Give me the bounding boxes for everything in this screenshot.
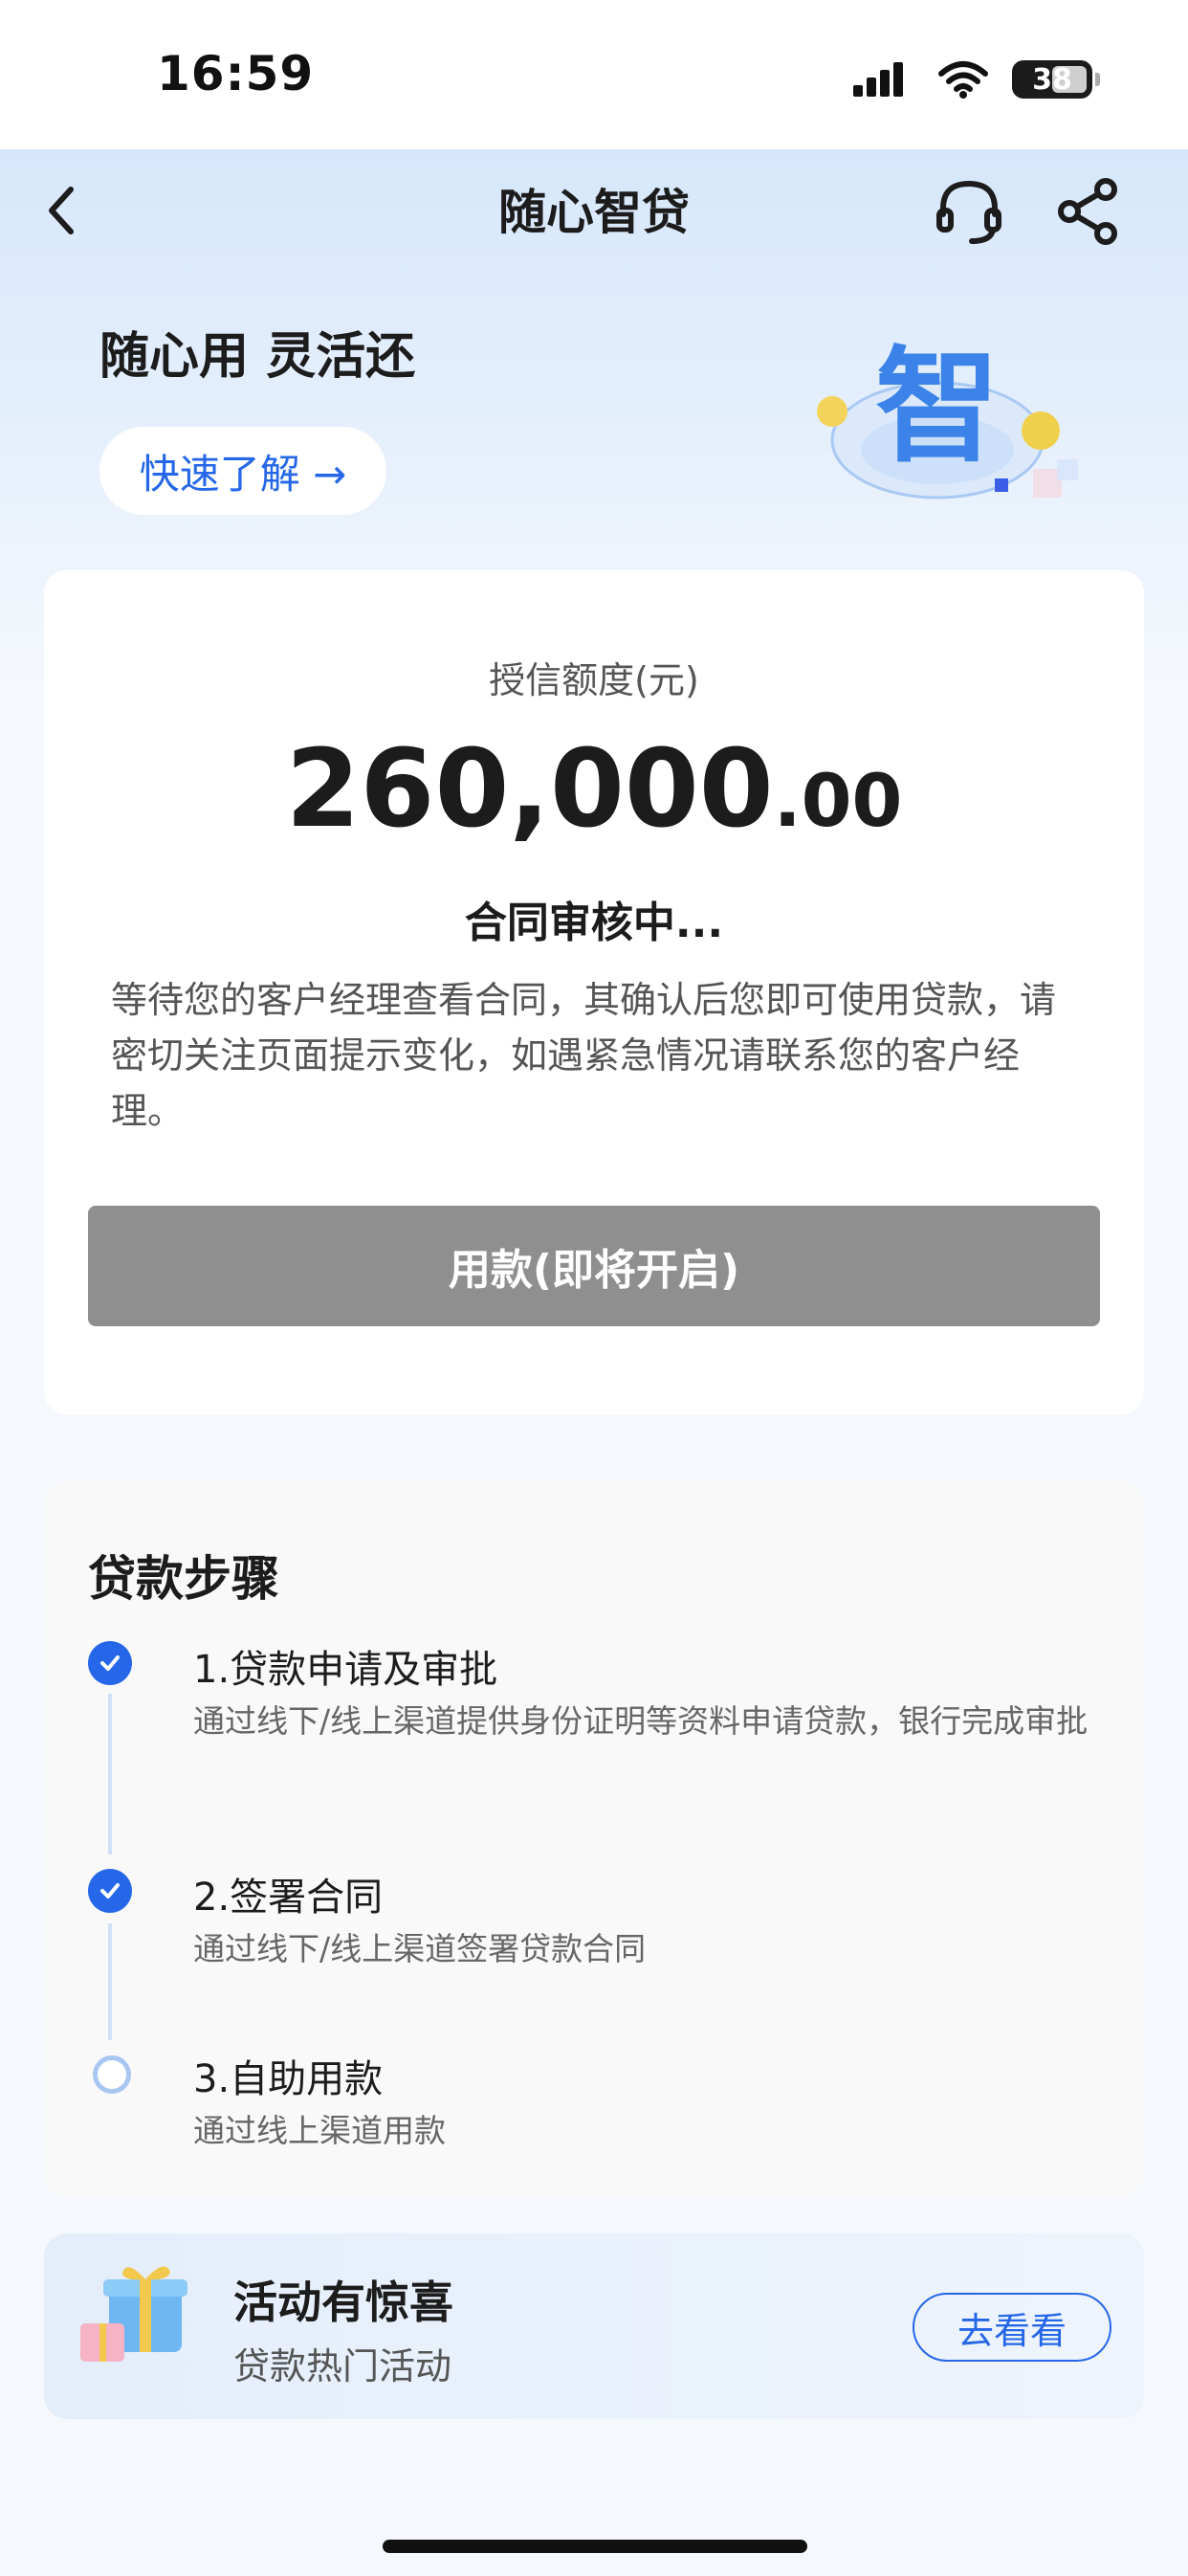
step-description: 通过线下/线上渠道签署贷款合同 (193, 1930, 647, 1967)
battery-level: 38 (1032, 62, 1072, 97)
page-title: 随心智贷 (498, 185, 690, 240)
promo-go-button[interactable]: 去看看 (913, 2293, 1111, 2362)
step-pending-icon (93, 2055, 131, 2094)
gift-icon (80, 2266, 187, 2362)
hero-slogan: 随心用 灵活还 (99, 328, 416, 386)
status-icons: 38 (853, 57, 1100, 101)
step-done-icon (88, 1869, 132, 1913)
step-description: 通过线上渠道用款 (193, 2112, 446, 2149)
credit-limit-label: 授信额度(元) (489, 659, 699, 701)
credit-limit-amount: 260,000.00 (0, 727, 1188, 852)
amount-decimal: .00 (773, 758, 903, 843)
share-icon[interactable] (1056, 178, 1121, 245)
home-indicator[interactable] (383, 2540, 807, 2553)
check-icon (100, 1883, 120, 1899)
wifi-icon (938, 61, 988, 99)
step-done-icon (88, 1641, 132, 1685)
step-description: 通过线下/线上渠道提供身份证明等资料申请贷款，银行完成审批 (193, 1702, 1089, 1740)
battery-icon: 38 (1012, 60, 1100, 99)
amount-integer: 260,000 (285, 727, 774, 852)
step-title: 2.签署合同 (193, 1876, 384, 1920)
zhi-illustration: 智 (817, 334, 1078, 500)
promo-subtitle: 贷款热门活动 (233, 2345, 452, 2387)
contract-status-description: 等待您的客户经理查看合同，其确认后您即可使用贷款，请密切关注页面提示变化，如遇紧… (111, 979, 1057, 1132)
step-title: 1.贷款申请及审批 (193, 1648, 498, 1692)
signal-icon (853, 62, 903, 97)
promo-title: 活动有惊喜 (233, 2276, 453, 2328)
headset-icon[interactable] (934, 176, 1004, 247)
step-connector (108, 1694, 112, 1854)
status-bar: 16:59 38 (0, 0, 1188, 149)
loan-steps-title: 贷款步骤 (88, 1551, 279, 1607)
contract-status-title: 合同审核中... (464, 899, 724, 947)
zhi-glyph: 智 (875, 334, 1000, 479)
status-time: 16:59 (157, 46, 315, 101)
check-icon (100, 1655, 120, 1671)
step-connector (108, 1923, 112, 2040)
step-title: 3.自助用款 (193, 2057, 384, 2101)
quick-learn-button[interactable]: 快速了解 → (99, 427, 386, 515)
use-loan-button[interactable]: 用款(即将开启) (88, 1206, 1100, 1326)
